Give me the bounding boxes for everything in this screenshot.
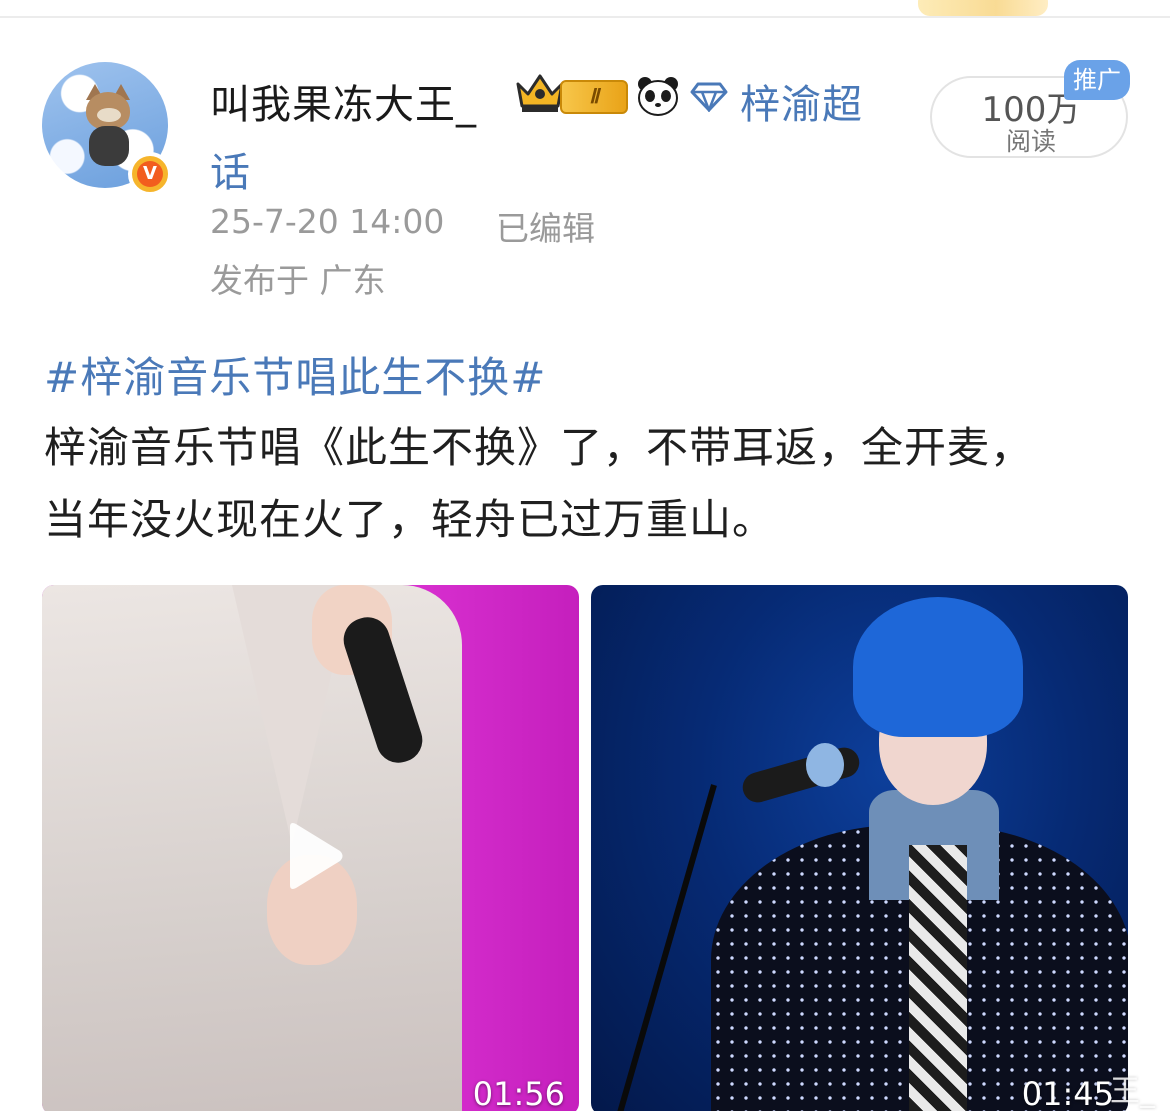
read-label: 阅读	[1005, 127, 1056, 156]
video-duration: 01:56	[472, 1075, 565, 1111]
watermark: 王_	[1110, 1074, 1155, 1109]
video-hair	[853, 597, 1023, 737]
video-mic-stand	[617, 784, 717, 1111]
verified-v-icon: V	[128, 152, 172, 196]
video-microphone	[739, 744, 863, 806]
post-location: 发布于 广东	[210, 261, 386, 300]
video-tie	[909, 845, 967, 1111]
avatar-cat-face	[97, 108, 121, 122]
post-timestamp: 25-7-20 14:00	[210, 202, 445, 241]
supertopic-link[interactable]: 梓渝超	[740, 72, 863, 130]
play-icon[interactable]	[282, 821, 344, 891]
top-banner-edge	[918, 0, 1048, 16]
post-text-line: 梓渝音乐节唱《此生不换》了，不带耳返，全开麦，	[44, 423, 1034, 472]
supertopic-link-continued[interactable]: 话	[210, 140, 250, 198]
diamond-icon	[690, 82, 728, 112]
panda-icon	[638, 77, 678, 116]
edited-label[interactable]: 已编辑	[496, 202, 595, 250]
weibo-post: V 叫我果冻大王_ Ⅱ 梓渝超 话 25-7-20 14:00 已编辑 发布于 …	[0, 0, 1170, 1111]
username[interactable]: 叫我果冻大王_	[210, 72, 477, 130]
post-text-line: 当年没火现在火了，轻舟已过万重山。	[44, 495, 776, 544]
avatar-cat-body	[89, 126, 129, 166]
video-microphone-head	[806, 743, 844, 787]
level-badge: Ⅱ	[560, 80, 628, 114]
divider	[0, 16, 1170, 18]
promo-badge: 推广	[1064, 60, 1130, 100]
video-duration: 01:45	[1021, 1075, 1114, 1111]
video-thumbnail-2[interactable]: 01:45	[591, 585, 1128, 1111]
hashtag-link[interactable]: #梓渝音乐节唱此生不换#	[44, 344, 546, 405]
video-thumbnail-1[interactable]: 01:56	[42, 585, 579, 1111]
